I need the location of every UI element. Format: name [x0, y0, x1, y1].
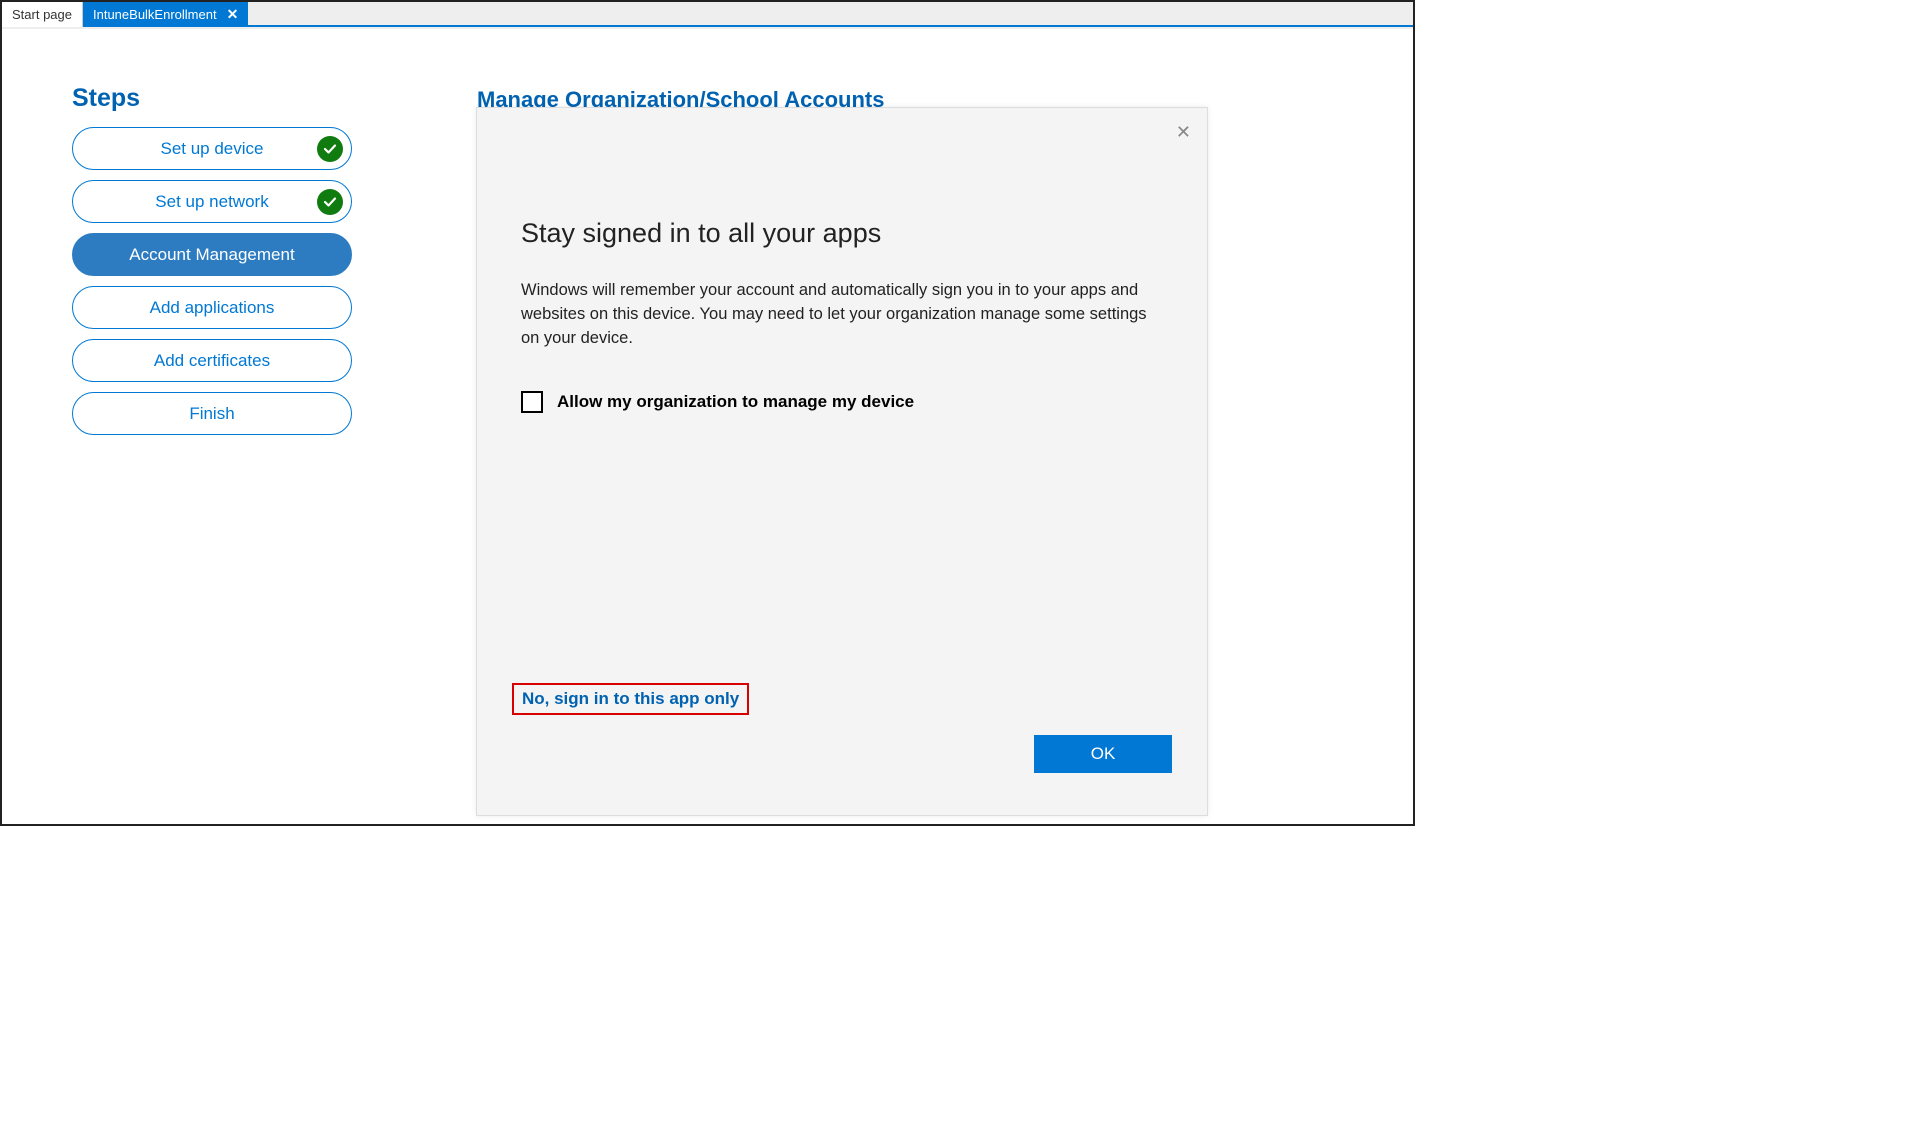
dialog-title: Stay signed in to all your apps	[521, 218, 1163, 249]
step-finish[interactable]: Finish	[72, 392, 352, 435]
tab-label: Start page	[12, 7, 72, 22]
checkmark-icon	[317, 136, 343, 162]
checkmark-icon	[317, 189, 343, 215]
step-label: Add certificates	[154, 351, 270, 371]
ok-button[interactable]: OK	[1034, 735, 1172, 773]
tab-bar: Start page IntuneBulkEnrollment ✕	[2, 2, 1413, 27]
step-account-management[interactable]: Account Management	[72, 233, 352, 276]
sidebar-title: Steps	[72, 84, 352, 113]
tab-intune[interactable]: IntuneBulkEnrollment ✕	[83, 2, 248, 27]
app-window: Start page IntuneBulkEnrollment ✕ Steps …	[0, 0, 1415, 826]
step-label: Finish	[189, 404, 234, 424]
step-label: Account Management	[129, 245, 294, 265]
step-label: Set up device	[160, 139, 263, 159]
steps-sidebar: Steps Set up device Set up network Accou…	[72, 84, 352, 445]
tab-start-page[interactable]: Start page	[2, 2, 83, 27]
signin-dialog: ✕ Stay signed in to all your apps Window…	[476, 107, 1208, 816]
manage-device-checkbox-row: Allow my organization to manage my devic…	[521, 391, 1163, 413]
step-setup-network[interactable]: Set up network	[72, 180, 352, 223]
checkbox-label: Allow my organization to manage my devic…	[557, 392, 914, 412]
step-setup-device[interactable]: Set up device	[72, 127, 352, 170]
step-label: Add applications	[150, 298, 275, 318]
dialog-text: Windows will remember your account and a…	[521, 279, 1163, 351]
close-icon[interactable]: ✕	[227, 6, 239, 23]
sign-in-this-app-only-link[interactable]: No, sign in to this app only	[522, 689, 739, 708]
highlight-box: No, sign in to this app only	[512, 683, 749, 715]
step-add-applications[interactable]: Add applications	[72, 286, 352, 329]
manage-device-checkbox[interactable]	[521, 391, 543, 413]
tab-label: IntuneBulkEnrollment	[93, 7, 217, 22]
close-icon[interactable]: ✕	[1176, 122, 1191, 143]
step-label: Set up network	[155, 192, 268, 212]
dialog-body: Stay signed in to all your apps Windows …	[477, 108, 1207, 413]
step-add-certificates[interactable]: Add certificates	[72, 339, 352, 382]
